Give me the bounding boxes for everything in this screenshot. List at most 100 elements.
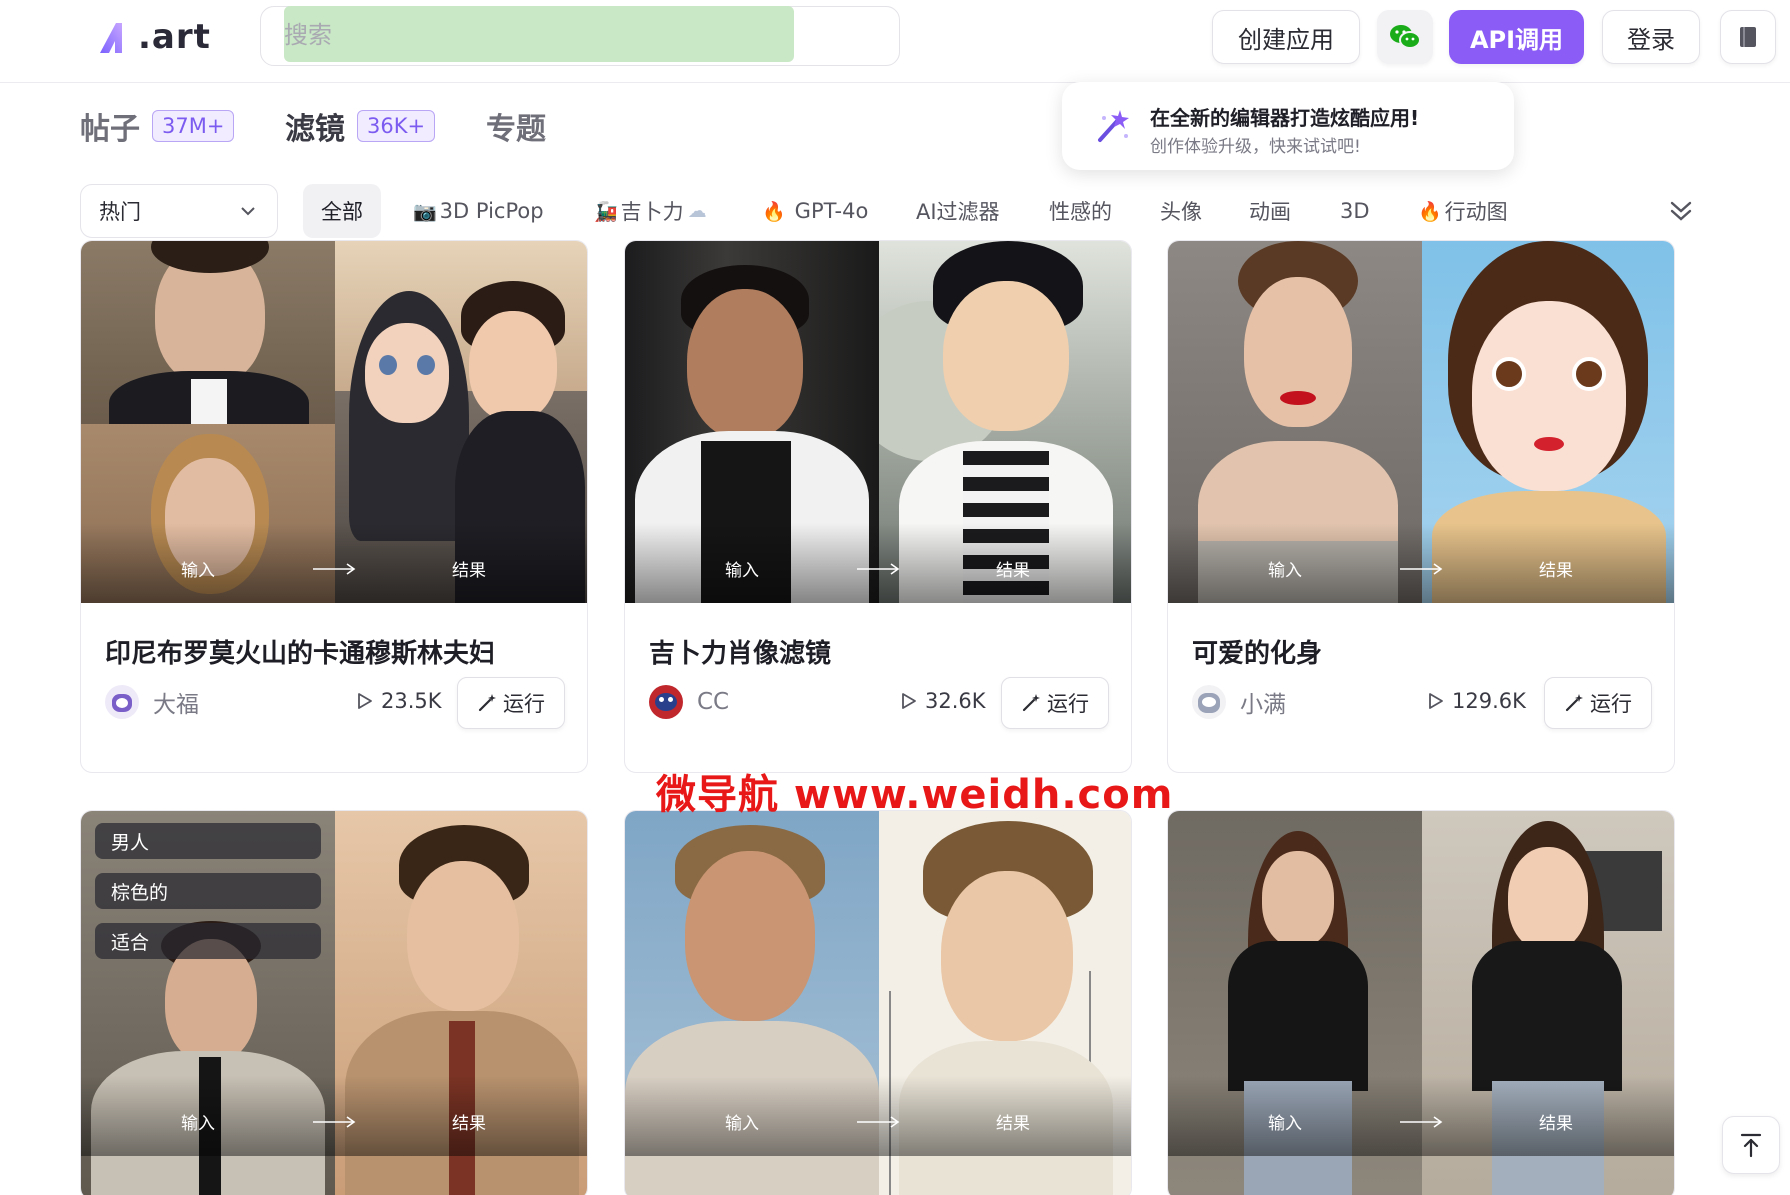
filter-card[interactable]: 输入 结果 印尼布罗莫火山的卡通穆斯林夫妇 大福 23.5K 运行 [80, 240, 588, 773]
output-label: 结果 [452, 1114, 486, 1134]
card-author[interactable]: 小满 [1192, 685, 1286, 719]
view-count: 23.5K [357, 689, 442, 713]
output-label: 结果 [452, 561, 486, 581]
login-button[interactable]: 登录 [1602, 10, 1700, 64]
tag-chip[interactable]: 适合 [95, 923, 321, 959]
category-label: 动画 [1249, 200, 1291, 224]
output-label: 结果 [1539, 561, 1573, 581]
category-ghibli[interactable]: 🚂 吉卜力 ☁ [594, 184, 710, 238]
category-sexy[interactable]: 性感的 [1049, 184, 1112, 238]
filter-card[interactable]: 输入 结果 可爱的化身 小满 129.6K 运行 [1167, 240, 1675, 773]
cloud-icon: ☁ [687, 200, 707, 222]
output-label: 结果 [996, 561, 1030, 581]
tab-topics[interactable]: 专题 [486, 106, 546, 147]
filter-card[interactable]: 输入 结果 [1167, 810, 1675, 1195]
run-button[interactable]: 运行 [1001, 677, 1109, 729]
tab-filters-label: 滤镜 [285, 112, 345, 147]
category-ai-filter[interactable]: AI过滤器 [916, 184, 1000, 238]
book-icon [1740, 27, 1756, 47]
avatar [649, 685, 683, 719]
card-title: 可爱的化身 [1192, 639, 1323, 669]
category-gpt4o[interactable]: 🔥 GPT-4o [762, 184, 868, 238]
view-count-value: 23.5K [381, 689, 442, 713]
category-3d[interactable]: 3D [1340, 184, 1370, 238]
filter-card[interactable]: 输入 结果 [624, 810, 1132, 1195]
top-header: .art 创建应用 API调用 登录 [0, 0, 1790, 83]
tab-posts-count: 37M+ [152, 110, 235, 142]
tag-chip[interactable]: 男人 [95, 823, 321, 859]
category-all[interactable]: 全部 [303, 184, 381, 238]
run-button[interactable]: 运行 [457, 677, 565, 729]
create-app-button[interactable]: 创建应用 [1212, 10, 1360, 64]
category-3d-picpop[interactable]: 📷 3D PicPop [413, 184, 544, 238]
arrow-right-icon [313, 563, 356, 575]
filter-card[interactable]: 输入 结果 吉卜力肖像滤镜 CC 32.6K 运行 [624, 240, 1132, 773]
view-count: 32.6K [901, 689, 986, 713]
filter-card[interactable]: 男人 棕色的 适合 输入 结果 [80, 810, 588, 1195]
tab-posts-label: 帖子 [80, 112, 140, 147]
search-field-wrap [262, 6, 1162, 68]
magic-wand-icon [1098, 110, 1129, 142]
input-label: 输入 [725, 1114, 759, 1134]
train-icon: 🚂 [594, 200, 618, 223]
chevron-down-icon [241, 207, 255, 216]
category-label: 3D PicPop [439, 199, 544, 223]
card-preview-image: 输入 结果 [625, 811, 1131, 1195]
logo[interactable]: .art [96, 14, 211, 60]
category-action-figure[interactable]: 🔥 行动图 [1418, 184, 1508, 238]
theme-toggle-button[interactable] [1720, 10, 1776, 64]
back-to-top-button[interactable] [1722, 1116, 1780, 1174]
tab-posts[interactable]: 帖子 37M+ [80, 106, 235, 147]
card-preview-image: 输入 结果 [625, 241, 1131, 603]
tag-list: 男人 棕色的 适合 [95, 823, 321, 973]
tab-filters[interactable]: 滤镜 36K+ [285, 106, 436, 147]
magic-wand-icon [1022, 694, 1040, 712]
fire-icon: 🔥 [762, 200, 786, 223]
camera-icon: 📷 [413, 200, 437, 223]
api-button[interactable]: API调用 [1449, 10, 1584, 64]
wechat-icon [1390, 25, 1421, 49]
arrow-right-icon [313, 1116, 356, 1128]
run-label: 运行 [1590, 692, 1632, 716]
play-icon [902, 693, 916, 709]
promo-title: 在全新的编辑器打造炫酷应用! [1150, 106, 1420, 130]
card-author[interactable]: CC [649, 685, 729, 719]
card-author[interactable]: 大福 [105, 685, 199, 719]
output-label: 结果 [996, 1114, 1030, 1134]
promo-subtitle: 创作体验升级，快来试试吧! [1150, 137, 1361, 157]
avatar [105, 685, 139, 719]
category-label: 行动图 [1444, 200, 1508, 224]
wechat-button[interactable] [1377, 10, 1433, 64]
view-count-value: 32.6K [925, 689, 986, 713]
run-label: 运行 [1047, 692, 1089, 716]
category-label: 头像 [1160, 200, 1202, 224]
category-label: GPT-4o [794, 199, 869, 223]
category-label: 3D [1340, 199, 1370, 223]
search-input[interactable] [284, 6, 794, 64]
author-name: 大福 [153, 692, 199, 718]
card-preview-image: 男人 棕色的 适合 输入 结果 [81, 811, 587, 1195]
arrow-right-icon [1400, 1116, 1443, 1128]
play-icon [1429, 693, 1443, 709]
play-icon [358, 693, 372, 709]
view-count-value: 129.6K [1452, 689, 1526, 713]
category-label: 性感的 [1049, 200, 1112, 224]
input-label: 输入 [1268, 561, 1302, 581]
logo-mark-icon [100, 23, 122, 53]
logo-text: .art [138, 17, 211, 57]
run-button[interactable]: 运行 [1544, 677, 1652, 729]
fire-icon: 🔥 [1418, 200, 1442, 223]
sort-dropdown[interactable]: 热门 [80, 184, 278, 238]
run-label: 运行 [503, 692, 545, 716]
arrow-up-to-top-icon [1740, 1133, 1762, 1158]
editor-promo-popup[interactable]: 在全新的编辑器打造炫酷应用! 创作体验升级，快来试试吧! [1062, 82, 1514, 170]
double-chevron-down-icon[interactable] [1666, 196, 1696, 226]
arrow-right-icon [1400, 563, 1443, 575]
tag-chip[interactable]: 棕色的 [95, 873, 321, 909]
input-label: 输入 [725, 561, 759, 581]
category-avatar[interactable]: 头像 [1160, 184, 1202, 238]
category-animation[interactable]: 动画 [1249, 184, 1291, 238]
magic-wand-icon [1565, 694, 1583, 712]
card-title: 吉卜力肖像滤镜 [649, 639, 832, 669]
magic-wand-icon [478, 694, 496, 712]
